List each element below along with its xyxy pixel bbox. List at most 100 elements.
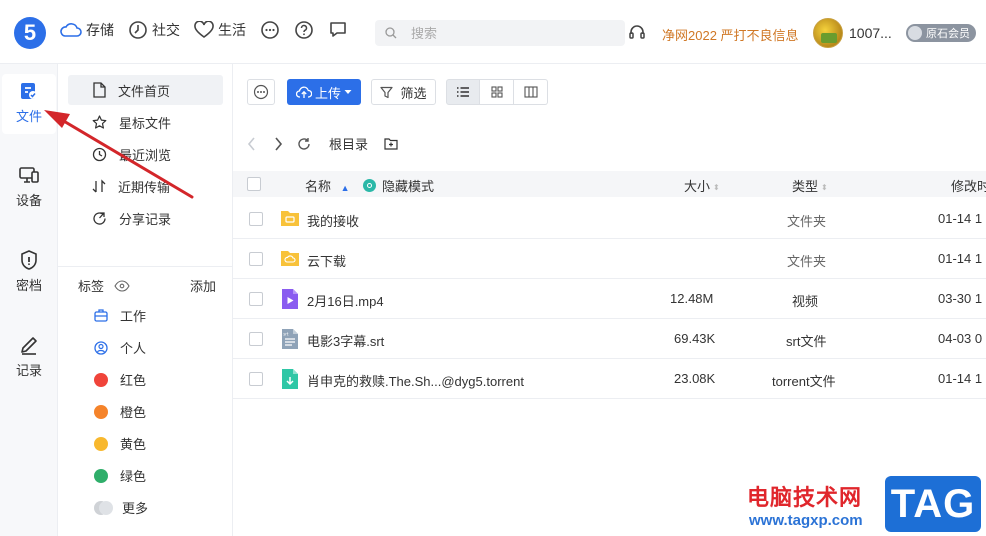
table-row[interactable]: 肖申克的救赎.The.Sh...@dyg5.torrent 23.08K tor… bbox=[233, 359, 986, 399]
table-row[interactable]: 我的接收 文件夹 01-14 1 bbox=[233, 199, 986, 239]
row-name[interactable]: 2月16日.mp4 bbox=[307, 291, 384, 310]
row-type: 文件夹 bbox=[787, 254, 827, 269]
side-item-recent[interactable]: 最近浏览 bbox=[68, 139, 223, 169]
tags-add-button[interactable]: 添加 bbox=[190, 276, 216, 295]
more-icon[interactable] bbox=[260, 20, 280, 40]
side-item-transfer-label: 近期传输 bbox=[118, 179, 171, 195]
tag-personal-label: 个人 bbox=[120, 341, 147, 356]
sort-asc-icon: ▲ bbox=[340, 183, 350, 193]
refresh-icon[interactable] bbox=[297, 137, 311, 151]
column-view-icon bbox=[523, 86, 538, 98]
vip-badge[interactable]: 原石会员 bbox=[906, 24, 976, 42]
tag-red[interactable]: 红色 bbox=[94, 370, 146, 389]
select-all-checkbox[interactable] bbox=[247, 177, 261, 191]
folder-receive-icon bbox=[281, 211, 299, 226]
breadcrumb-root[interactable]: 根目录 bbox=[329, 134, 368, 153]
vip-label: 原石会员 bbox=[926, 28, 970, 40]
side-item-transfer[interactable]: 近期传输 bbox=[68, 171, 223, 201]
green-dot-icon bbox=[94, 468, 108, 483]
row-type: srt文件 bbox=[786, 334, 827, 349]
row-date: 01-14 1 bbox=[938, 211, 983, 226]
side-item-starred[interactable]: 星标文件 bbox=[68, 107, 223, 137]
row-name[interactable]: 云下载 bbox=[307, 251, 346, 270]
more-options-button[interactable] bbox=[247, 79, 275, 105]
help-icon[interactable] bbox=[294, 20, 314, 40]
side-item-recent-label: 最近浏览 bbox=[119, 147, 172, 163]
header-type[interactable]: 类型 ⬍ bbox=[792, 176, 828, 195]
new-folder-icon[interactable] bbox=[384, 137, 398, 150]
side-item-share[interactable]: 分享记录 bbox=[68, 203, 223, 233]
star-icon bbox=[92, 114, 107, 129]
document-icon bbox=[93, 82, 106, 98]
watermark-cn: 电脑技术网 bbox=[747, 485, 863, 510]
tag-green[interactable]: 绿色 bbox=[94, 466, 146, 485]
forward-arrow-icon[interactable] bbox=[273, 136, 283, 151]
grid-view-button[interactable] bbox=[480, 79, 514, 105]
header-name[interactable]: 名称 ▲ bbox=[305, 176, 350, 195]
tag-more[interactable]: 更多 bbox=[94, 498, 148, 517]
watermark-tag: TAG bbox=[885, 476, 981, 532]
table-row[interactable]: 云下载 文件夹 01-14 1 bbox=[233, 239, 986, 279]
tag-work[interactable]: 工作 bbox=[94, 306, 146, 325]
notice-link[interactable]: 净网2022 严打不良信息 bbox=[662, 25, 799, 44]
video-file-icon bbox=[282, 289, 298, 309]
row-size: 69.43K bbox=[674, 331, 716, 346]
side-item-home[interactable]: 文件首页 bbox=[68, 75, 223, 105]
rail-item-files[interactable]: 文件 bbox=[2, 74, 56, 134]
nav-social[interactable]: 社交 bbox=[128, 20, 180, 40]
tag-orange-label: 橙色 bbox=[120, 405, 147, 420]
row-checkbox[interactable] bbox=[249, 332, 263, 346]
eye-icon[interactable] bbox=[114, 279, 130, 292]
filter-button[interactable]: 筛选 bbox=[371, 79, 436, 105]
table-row[interactable]: srt 电影3字幕.srt 69.43K srt文件 04-03 0 bbox=[233, 319, 986, 359]
table-row[interactable]: 2月16日.mp4 12.48M 视频 03-30 1 bbox=[233, 279, 986, 319]
username[interactable]: 1007... bbox=[849, 25, 892, 41]
rail-item-records[interactable]: 记录 bbox=[0, 334, 58, 379]
row-name[interactable]: 电影3字幕.srt bbox=[307, 331, 384, 350]
row-checkbox[interactable] bbox=[249, 212, 263, 226]
heart-icon bbox=[194, 21, 214, 38]
row-name[interactable]: 肖申克的救赎.The.Sh...@dyg5.torrent bbox=[307, 371, 524, 390]
message-icon[interactable] bbox=[328, 20, 348, 40]
rail-item-devices[interactable]: 设备 bbox=[0, 164, 58, 209]
upload-button[interactable]: 上传 bbox=[287, 79, 361, 105]
tag-personal[interactable]: 个人 bbox=[94, 338, 146, 357]
top-bar: 5 存储 社交 生活 净网2022 严打不良信息 1007... bbox=[0, 0, 986, 64]
header-modified[interactable]: 修改时 bbox=[951, 176, 986, 195]
tags-header: 标签 添加 bbox=[78, 276, 216, 295]
row-checkbox[interactable] bbox=[249, 292, 263, 306]
search-icon bbox=[385, 27, 397, 39]
nav-storage[interactable]: 存储 bbox=[60, 20, 114, 40]
row-checkbox[interactable] bbox=[249, 372, 263, 386]
hidden-mode-icon bbox=[363, 179, 376, 192]
side-item-home-label: 文件首页 bbox=[118, 83, 171, 99]
tag-orange[interactable]: 橙色 bbox=[94, 402, 146, 421]
list-view-button[interactable] bbox=[446, 79, 480, 105]
yellow-dot-icon bbox=[94, 436, 108, 451]
vip-icon bbox=[908, 26, 922, 40]
nav-storage-label: 存储 bbox=[86, 22, 114, 38]
row-date: 03-30 1 bbox=[938, 291, 983, 306]
header-size[interactable]: 大小 ⬍ bbox=[684, 176, 720, 195]
app-logo[interactable]: 5 bbox=[14, 17, 46, 49]
search-input[interactable] bbox=[411, 25, 591, 41]
back-arrow-icon[interactable] bbox=[247, 136, 257, 151]
headset-icon[interactable] bbox=[628, 23, 646, 41]
hidden-mode-label: 隐藏模式 bbox=[382, 179, 435, 194]
avatar[interactable] bbox=[813, 18, 843, 48]
rail-item-vault[interactable]: 密档 bbox=[0, 249, 58, 294]
upload-cloud-icon bbox=[295, 86, 312, 98]
history-icon bbox=[92, 147, 107, 161]
hidden-mode-toggle[interactable]: 隐藏模式 bbox=[363, 176, 434, 195]
search-box[interactable] bbox=[375, 20, 625, 46]
row-name[interactable]: 我的接收 bbox=[307, 211, 359, 230]
row-checkbox[interactable] bbox=[249, 252, 263, 266]
column-view-button[interactable] bbox=[514, 79, 548, 105]
more-circle-icon bbox=[253, 84, 269, 100]
nav-life[interactable]: 生活 bbox=[194, 20, 246, 40]
caret-down-icon bbox=[344, 90, 352, 94]
sort-icon: ⬍ bbox=[713, 182, 720, 192]
sort-icon: ⬍ bbox=[821, 182, 828, 192]
tag-yellow[interactable]: 黄色 bbox=[94, 434, 146, 453]
row-size: 12.48M bbox=[670, 291, 714, 306]
